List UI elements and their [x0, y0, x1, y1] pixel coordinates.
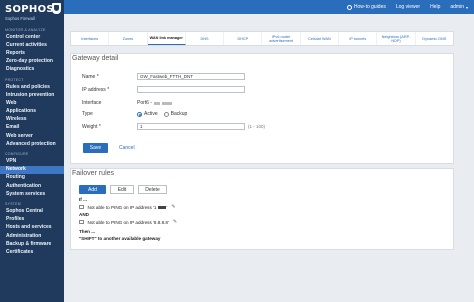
brand-name: SOPHOS — [5, 4, 54, 15]
failover-rules-title: Failover rules — [72, 170, 115, 177]
sidebar-item-web-server[interactable]: Web server — [0, 132, 64, 140]
tab-neighbors[interactable]: Neighbors (ARP-NDP) — [377, 32, 416, 45]
rule-1-checkbox[interactable] — [79, 204, 84, 210]
delete-button[interactable]: Delete — [138, 185, 167, 194]
nav-section-system: SYSTEM — [5, 202, 21, 207]
name-row: Name * GW_Fastweb_FTTH_DNT — [82, 73, 245, 80]
sidebar-item-system-services[interactable]: System services — [0, 190, 64, 198]
shield-icon — [52, 3, 61, 14]
sidebar-item-authentication[interactable]: Authentication — [0, 182, 64, 190]
sidebar-item-certificates[interactable]: Certificates — [0, 248, 64, 256]
howto-guides-link[interactable]: How-to guides — [346, 4, 386, 10]
add-button[interactable]: Add — [79, 185, 106, 194]
sidebar: SOPHOS Sophos Firewall MONITOR & ANALYZE… — [0, 0, 64, 302]
rule-2-checkbox[interactable] — [79, 219, 84, 225]
rule-row-1: Not able to PING on IP address '1 ' ✎ — [79, 204, 176, 210]
sidebar-item-advanced-protection[interactable]: Advanced protection — [0, 140, 64, 148]
interface-label: Interface — [82, 100, 102, 106]
sophos-logo: SOPHOS Sophos Firewall — [0, 0, 64, 24]
sidebar-item-routing[interactable]: Routing — [0, 174, 64, 182]
sidebar-item-diagnostics[interactable]: Diagnostics — [0, 66, 64, 74]
name-input[interactable]: GW_Fastweb_FTTH_DNT — [137, 73, 245, 80]
weight-input[interactable]: 1 — [137, 123, 245, 130]
top-bar: How-to guides Log viewer Help admin ▾ — [64, 0, 474, 14]
chevron-down-icon: ▾ — [465, 4, 468, 10]
edit-button[interactable]: Edit — [110, 185, 134, 194]
weight-hint: (1 - 100) — [248, 124, 266, 129]
tab-interfaces[interactable]: Interfaces — [71, 32, 110, 45]
sidebar-item-hosts-services[interactable]: Hosts and services — [0, 224, 64, 232]
failover-rules-panel: Failover rules Add Edit Delete If ... No… — [70, 168, 454, 250]
rule-1-text-end: ' — [166, 204, 168, 210]
sidebar-item-wireless[interactable]: Wireless — [0, 116, 64, 124]
then-label: Then ... — [79, 229, 96, 234]
brand-subtitle: Sophos Firewall — [5, 16, 35, 21]
name-label: Name * — [82, 73, 99, 80]
user-name: admin — [450, 4, 464, 10]
and-label: AND — [79, 212, 89, 217]
ip-label: IP address * — [82, 86, 110, 93]
tab-wan-link-manager[interactable]: WAN link manager — [147, 32, 186, 45]
weight-label: Weight * — [82, 123, 101, 130]
sidebar-item-backup-firmware[interactable]: Backup & firmware — [0, 240, 64, 248]
sidebar-item-zero-day[interactable]: Zero-day protection — [0, 58, 64, 66]
redacted-block — [162, 101, 173, 105]
sidebar-item-applications[interactable]: Applications — [0, 108, 64, 116]
sidebar-item-administration[interactable]: Administration — [0, 232, 64, 240]
tab-cellular-wan[interactable]: Cellular WAN — [301, 32, 340, 45]
type-active-label: Active — [144, 111, 158, 117]
network-tabs: Interfaces Zones WAN link manager DNS DH… — [70, 31, 454, 46]
type-row: Type Active Backup — [82, 111, 187, 117]
ip-address-input[interactable] — [137, 86, 245, 93]
type-backup-radio[interactable] — [163, 111, 169, 117]
gateway-detail-title: Gateway detail — [72, 55, 119, 62]
nav-section-protect: PROTECT — [5, 77, 24, 82]
gateway-detail-panel: Gateway detail Name * GW_Fastweb_FTTH_DN… — [70, 53, 454, 164]
redacted-block — [154, 101, 161, 105]
sidebar-item-vpn[interactable]: VPN — [0, 157, 64, 165]
interface-row: Interface Port6 - — [82, 100, 173, 106]
user-menu[interactable]: admin ▾ — [450, 4, 468, 10]
sidebar-item-sophos-central[interactable]: Sophos Central — [0, 207, 64, 215]
play-icon — [346, 4, 352, 10]
failover-action: "SHIFT" to another available gateway — [79, 236, 161, 241]
tab-ip-tunnels[interactable]: IP tunnels — [339, 32, 378, 45]
type-label: Type — [82, 111, 93, 117]
cancel-button[interactable]: Cancel — [119, 145, 135, 151]
if-label: If ... — [79, 197, 87, 202]
help-link[interactable]: Help — [430, 4, 440, 10]
tab-zones[interactable]: Zones — [109, 32, 148, 45]
edit-icon[interactable]: ✎ — [173, 219, 177, 225]
type-backup-label: Backup — [170, 111, 188, 117]
type-active-radio[interactable] — [137, 111, 142, 117]
redacted-block — [158, 205, 167, 209]
weight-row: Weight * 1 (1 - 100) — [82, 123, 265, 130]
edit-icon[interactable]: ✎ — [171, 204, 175, 210]
sidebar-item-rules[interactable]: Rules and policies — [0, 83, 64, 91]
nav-section-configure: CONFIGURE — [5, 152, 29, 157]
sidebar-item-reports[interactable]: Reports — [0, 49, 64, 57]
log-viewer-link[interactable]: Log viewer — [396, 4, 420, 10]
sidebar-item-current-activities[interactable]: Current activities — [0, 41, 64, 49]
rule-row-2: Not able to PING on IP address '8.8.8.8'… — [79, 219, 177, 225]
sidebar-item-network[interactable]: Network — [0, 165, 64, 174]
tab-dns[interactable]: DNS — [186, 32, 225, 45]
sidebar-item-web[interactable]: Web — [0, 99, 64, 107]
rule-2-text: Not able to PING on IP address '8.8.8.8' — [87, 219, 169, 225]
tab-ipv6-router-advertisement[interactable]: IPv6 router advertisement — [262, 32, 301, 45]
sidebar-item-email[interactable]: Email — [0, 124, 64, 132]
save-button[interactable]: Save — [83, 143, 108, 153]
ip-row: IP address * — [82, 86, 245, 93]
sidebar-item-profiles[interactable]: Profiles — [0, 216, 64, 224]
sidebar-item-ips[interactable]: Intrusion prevention — [0, 91, 64, 99]
rule-1-text: Not able to PING on IP address '1 — [87, 204, 157, 210]
sidebar-item-control-center[interactable]: Control center — [0, 33, 64, 41]
tab-dhcp[interactable]: DHCP — [224, 32, 263, 45]
tab-dynamic-dns[interactable]: Dynamic DNS — [416, 32, 453, 45]
nav-section-monitor: MONITOR & ANALYZE — [5, 28, 46, 32]
howto-guides-label: How-to guides — [353, 4, 386, 10]
interface-value: Port6 - — [137, 100, 153, 106]
